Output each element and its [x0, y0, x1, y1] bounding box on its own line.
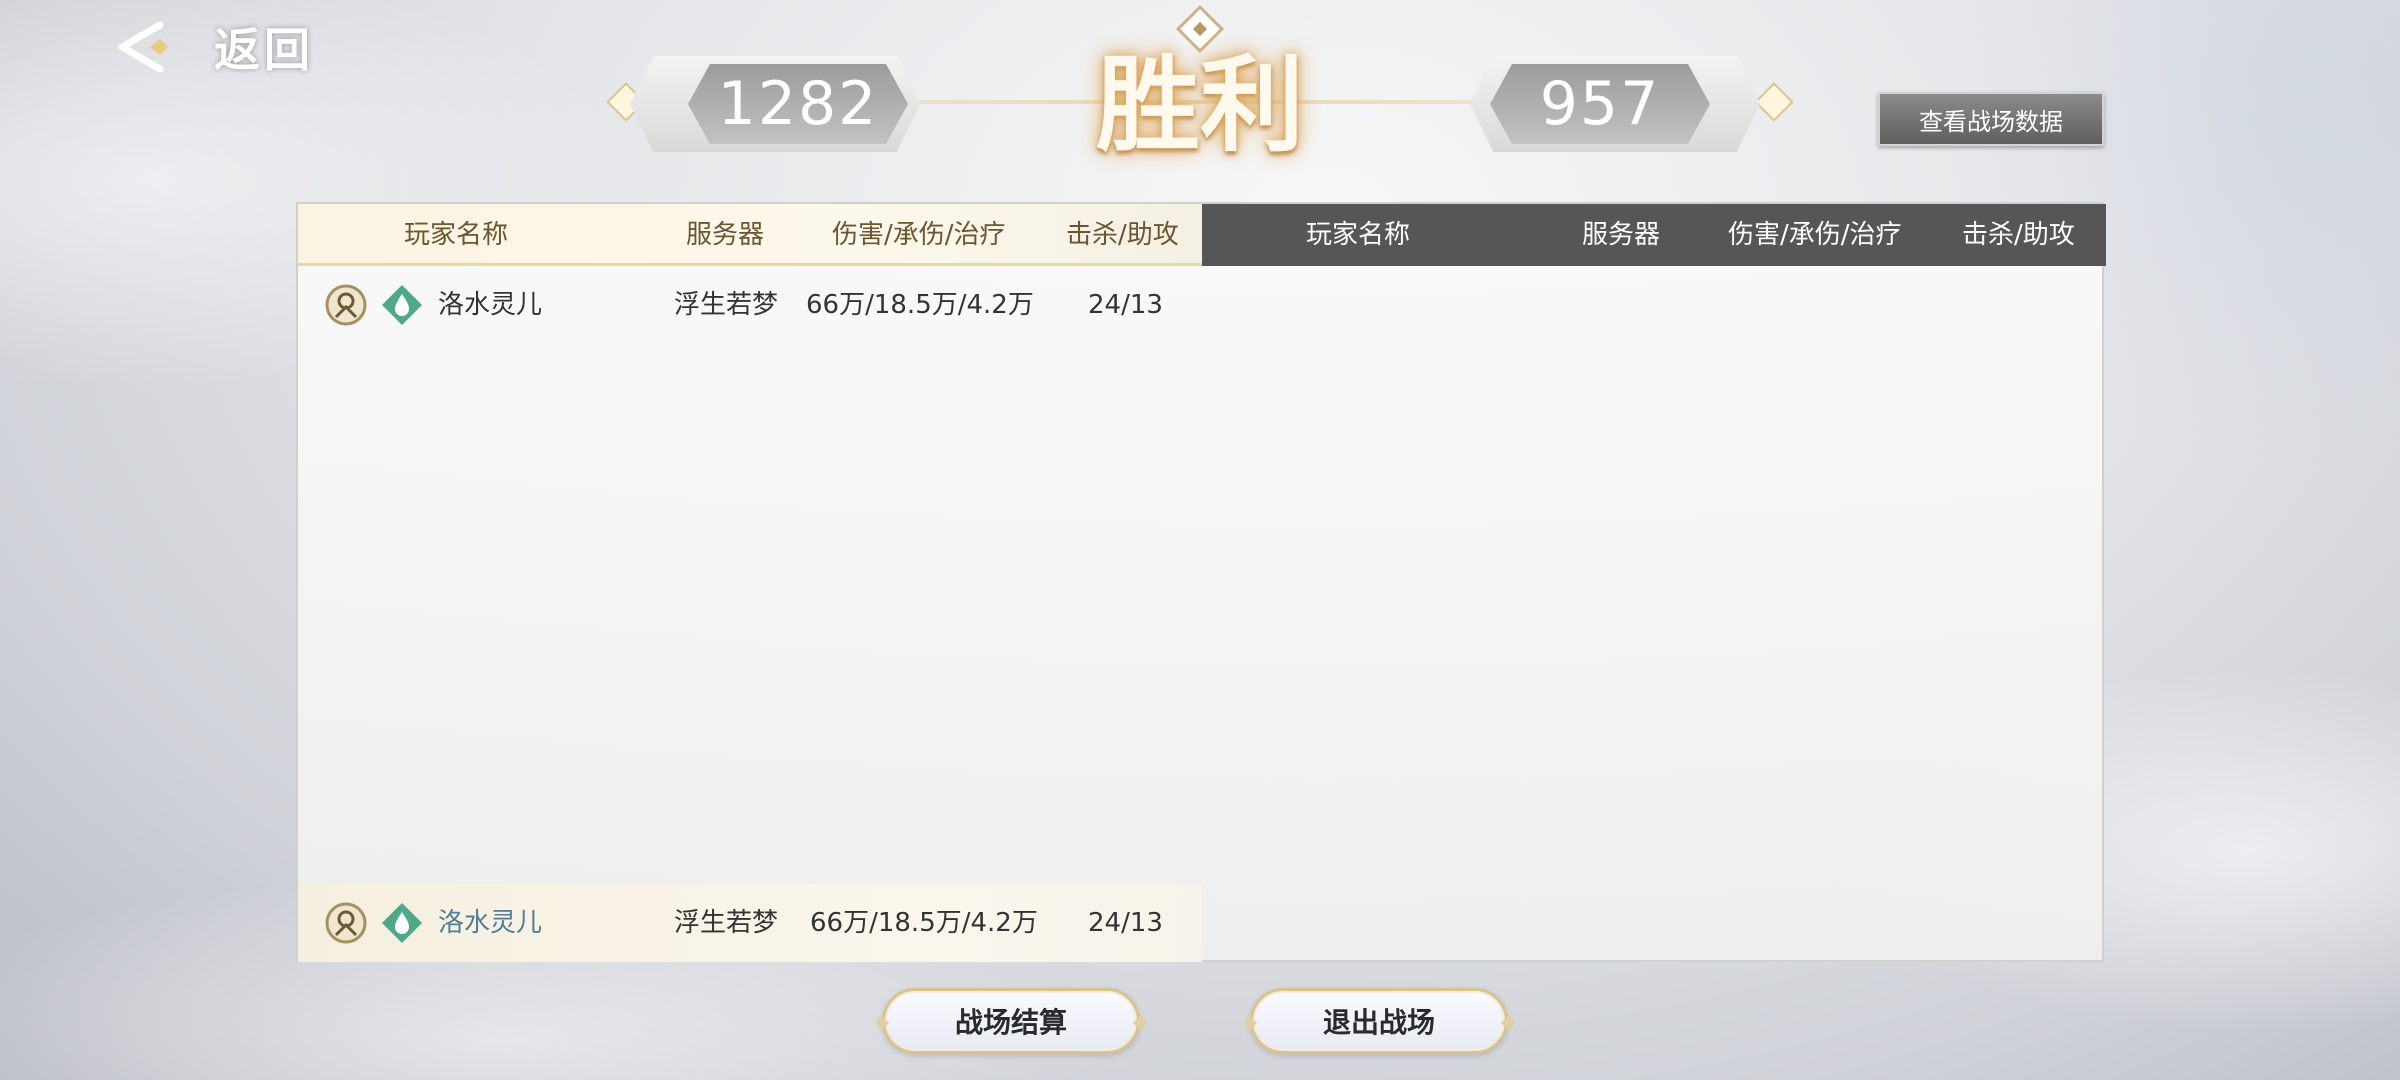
player-kills: 24/13: [1088, 290, 1163, 320]
col-kills: 击杀/助攻: [1962, 220, 2075, 250]
player-kills: 24/13: [1088, 908, 1163, 938]
player-stats: 66万/18.5万/4.2万: [806, 290, 1034, 320]
player-server: 浮生若梦: [674, 908, 779, 938]
col-server: 服务器: [1582, 220, 1661, 250]
score-left: 1282: [688, 64, 908, 144]
team-right-header: 玩家名称 服务器 伤害/承伤/治疗 击杀/助攻: [1202, 204, 2106, 266]
back-button[interactable]: 返回: [110, 14, 314, 80]
col-kills: 击杀/助攻: [1066, 220, 1179, 250]
view-battle-data-button[interactable]: 查看战场数据: [1878, 92, 2104, 146]
self-row[interactable]: 洛水灵儿 浮生若梦 66万/18.5万/4.2万 24/13: [298, 884, 1202, 962]
col-stats: 伤害/承伤/治疗: [832, 220, 1006, 250]
col-stats: 伤害/承伤/治疗: [1728, 220, 1902, 250]
exit-battlefield-button[interactable]: 退出战场: [1250, 988, 1508, 1054]
team-left-header: 玩家名称 服务器 伤害/承伤/治疗 击杀/助攻: [298, 204, 1202, 266]
result-title: 胜利: [1095, 43, 1304, 166]
banner-gem-right: [1754, 82, 1794, 122]
water-drop-class-icon: [382, 903, 422, 943]
score-right: 957: [1490, 64, 1710, 144]
player-name: 洛水灵儿: [438, 908, 543, 938]
player-name: 洛水灵儿: [438, 290, 543, 320]
back-arrow-icon: [118, 21, 168, 73]
battle-settlement-button[interactable]: 战场结算: [882, 988, 1140, 1054]
col-player-name: 玩家名称: [404, 220, 509, 250]
col-player-name: 玩家名称: [1306, 220, 1411, 250]
rank-emblem-icon: [325, 284, 367, 326]
table-row[interactable]: 洛水灵儿 浮生若梦 66万/18.5万/4.2万 24/13: [298, 266, 1202, 344]
back-label: 返回: [214, 23, 314, 77]
col-server: 服务器: [686, 220, 765, 250]
player-stats: 66万/18.5万/4.2万: [810, 908, 1038, 938]
scoreboard-panel: 玩家名称 服务器 伤害/承伤/治疗 击杀/助攻 玩家名称 服务器 伤害/承伤/治…: [296, 202, 2106, 962]
player-server: 浮生若梦: [674, 290, 779, 320]
rank-emblem-icon: [325, 902, 367, 944]
water-drop-class-icon: [382, 285, 422, 325]
result-banner: 1282 957 胜利: [600, 4, 1800, 170]
